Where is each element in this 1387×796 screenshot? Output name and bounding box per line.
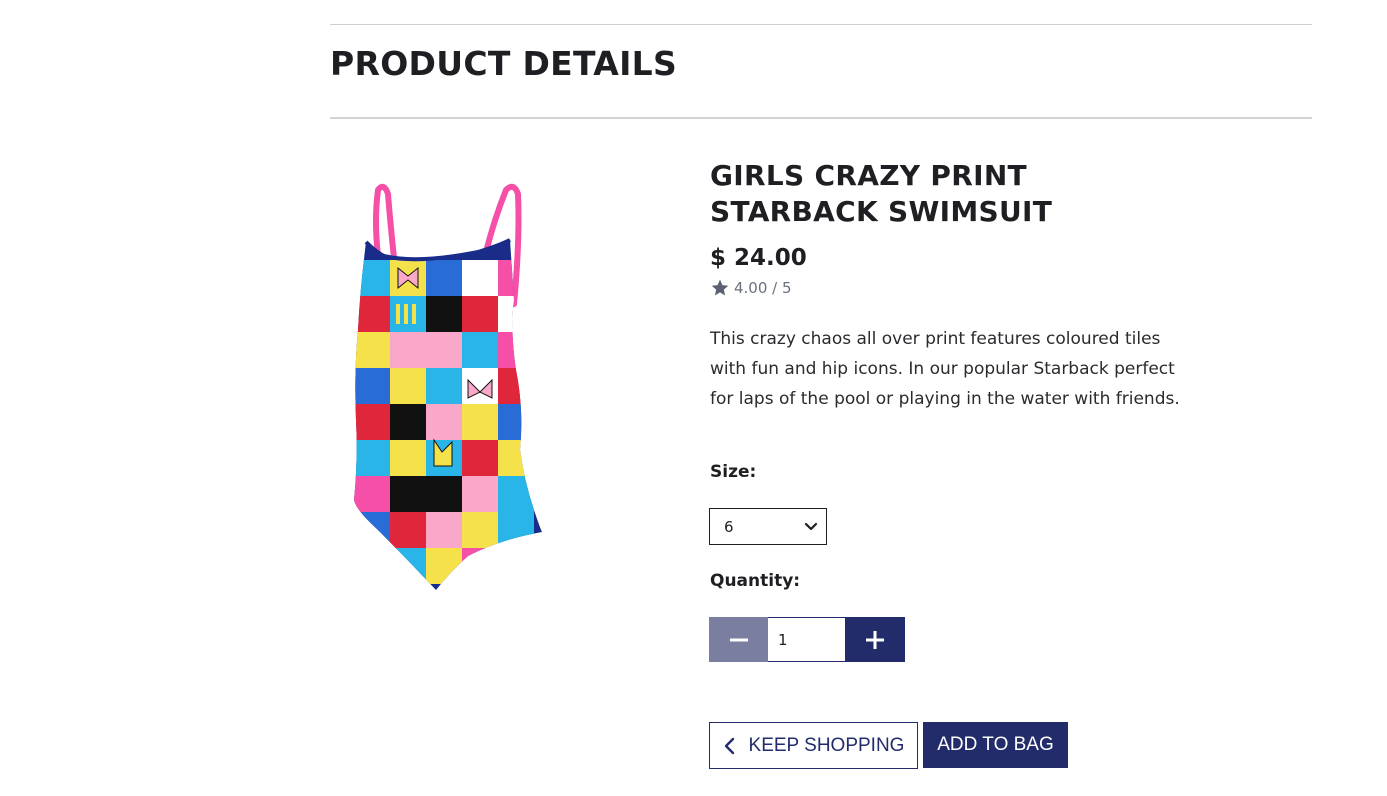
star-icon (711, 279, 729, 296)
product-description: This crazy chaos all over print features… (710, 329, 1180, 409)
product-name: GIRLS CRAZY PRINT STARBACK SWIMSUIT (710, 159, 1053, 228)
product-actions: KEEP SHOPPING ADD TO BAG (709, 722, 1068, 769)
increase-quantity-button[interactable] (845, 617, 905, 662)
keep-shopping-button[interactable]: KEEP SHOPPING (709, 722, 918, 769)
rating-text: 4.00 / 5 (734, 279, 792, 297)
size-select[interactable]: 6 (709, 508, 827, 545)
product-image (338, 180, 558, 600)
decrease-quantity-button[interactable] (709, 617, 768, 662)
swimsuit-image (354, 183, 542, 590)
quantity-input[interactable]: 1 (768, 617, 845, 662)
header-divider (330, 117, 1312, 119)
quantity-stepper: 1 (709, 617, 905, 662)
quantity-label: Quantity: (710, 571, 801, 591)
minus-icon (729, 638, 748, 641)
keep-shopping-label: KEEP SHOPPING (748, 734, 905, 756)
product-rating: 4.00 / 5 (710, 278, 1200, 298)
product-info: GIRLS CRAZY PRINT STARBACK SWIMSUIT $ 24… (710, 158, 1200, 414)
page-title: PRODUCT DETAILS (330, 44, 678, 83)
chevron-down-icon (804, 522, 818, 530)
plus-icon (866, 630, 884, 649)
size-label: Size: (710, 462, 757, 482)
product-price: $ 24.00 (710, 245, 807, 271)
size-selected-value: 6 (724, 517, 734, 536)
add-to-bag-button[interactable]: ADD TO BAG (923, 722, 1068, 768)
top-divider (330, 24, 1312, 25)
chevron-left-icon (724, 737, 734, 754)
